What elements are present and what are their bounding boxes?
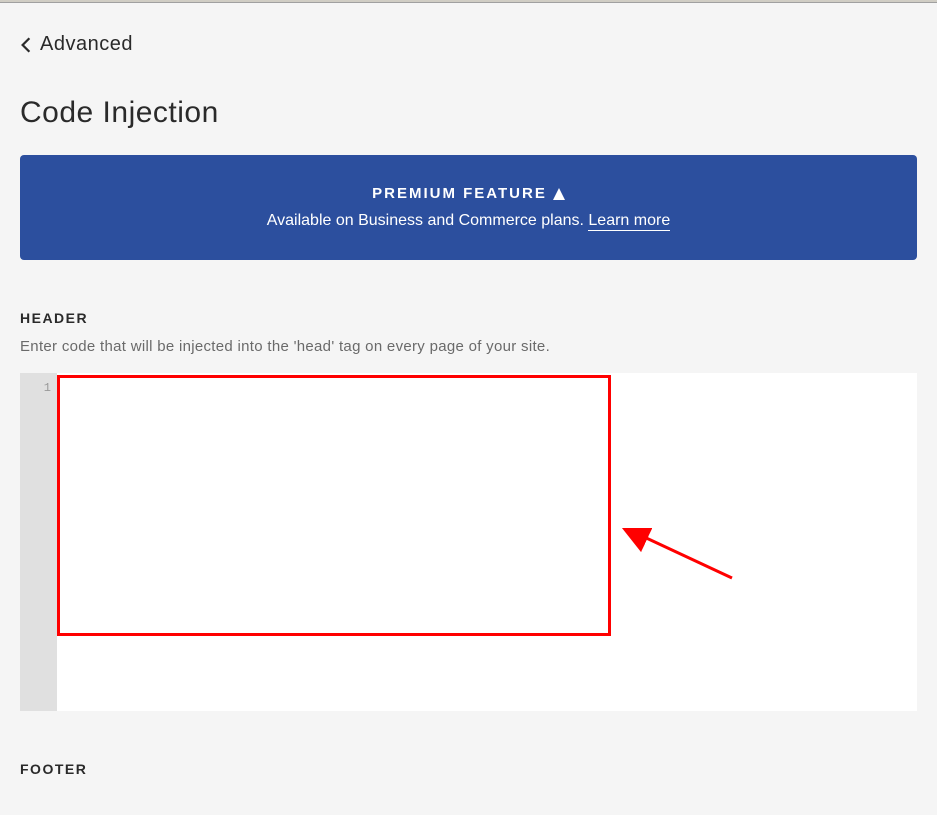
footer-section: FOOTER (20, 761, 917, 777)
premium-title: PREMIUM FEATURE (372, 185, 565, 202)
breadcrumb-label: Advanced (40, 33, 133, 56)
editor-textarea[interactable] (57, 373, 917, 711)
content-area: Advanced Code Injection PREMIUM FEATURE … (0, 3, 937, 777)
header-section-description: Enter code that will be injected into th… (20, 338, 917, 355)
chevron-left-icon (20, 36, 32, 54)
editor-gutter: 1 (20, 373, 57, 711)
learn-more-link[interactable]: Learn more (588, 212, 670, 231)
footer-section-label: FOOTER (20, 761, 917, 777)
premium-subtitle: Available on Business and Commerce plans… (40, 212, 897, 230)
breadcrumb-back[interactable]: Advanced (20, 33, 133, 56)
header-code-editor[interactable]: 1 (20, 373, 917, 711)
premium-title-text: PREMIUM FEATURE (372, 185, 547, 202)
header-section-label: HEADER (20, 310, 917, 326)
premium-subtitle-text: Available on Business and Commerce plans… (267, 212, 589, 229)
premium-banner: PREMIUM FEATURE Available on Business an… (20, 155, 917, 260)
header-section: HEADER Enter code that will be injected … (20, 310, 917, 711)
arrow-up-icon (553, 188, 565, 200)
line-number: 1 (20, 381, 51, 395)
page-title: Code Injection (20, 96, 917, 130)
